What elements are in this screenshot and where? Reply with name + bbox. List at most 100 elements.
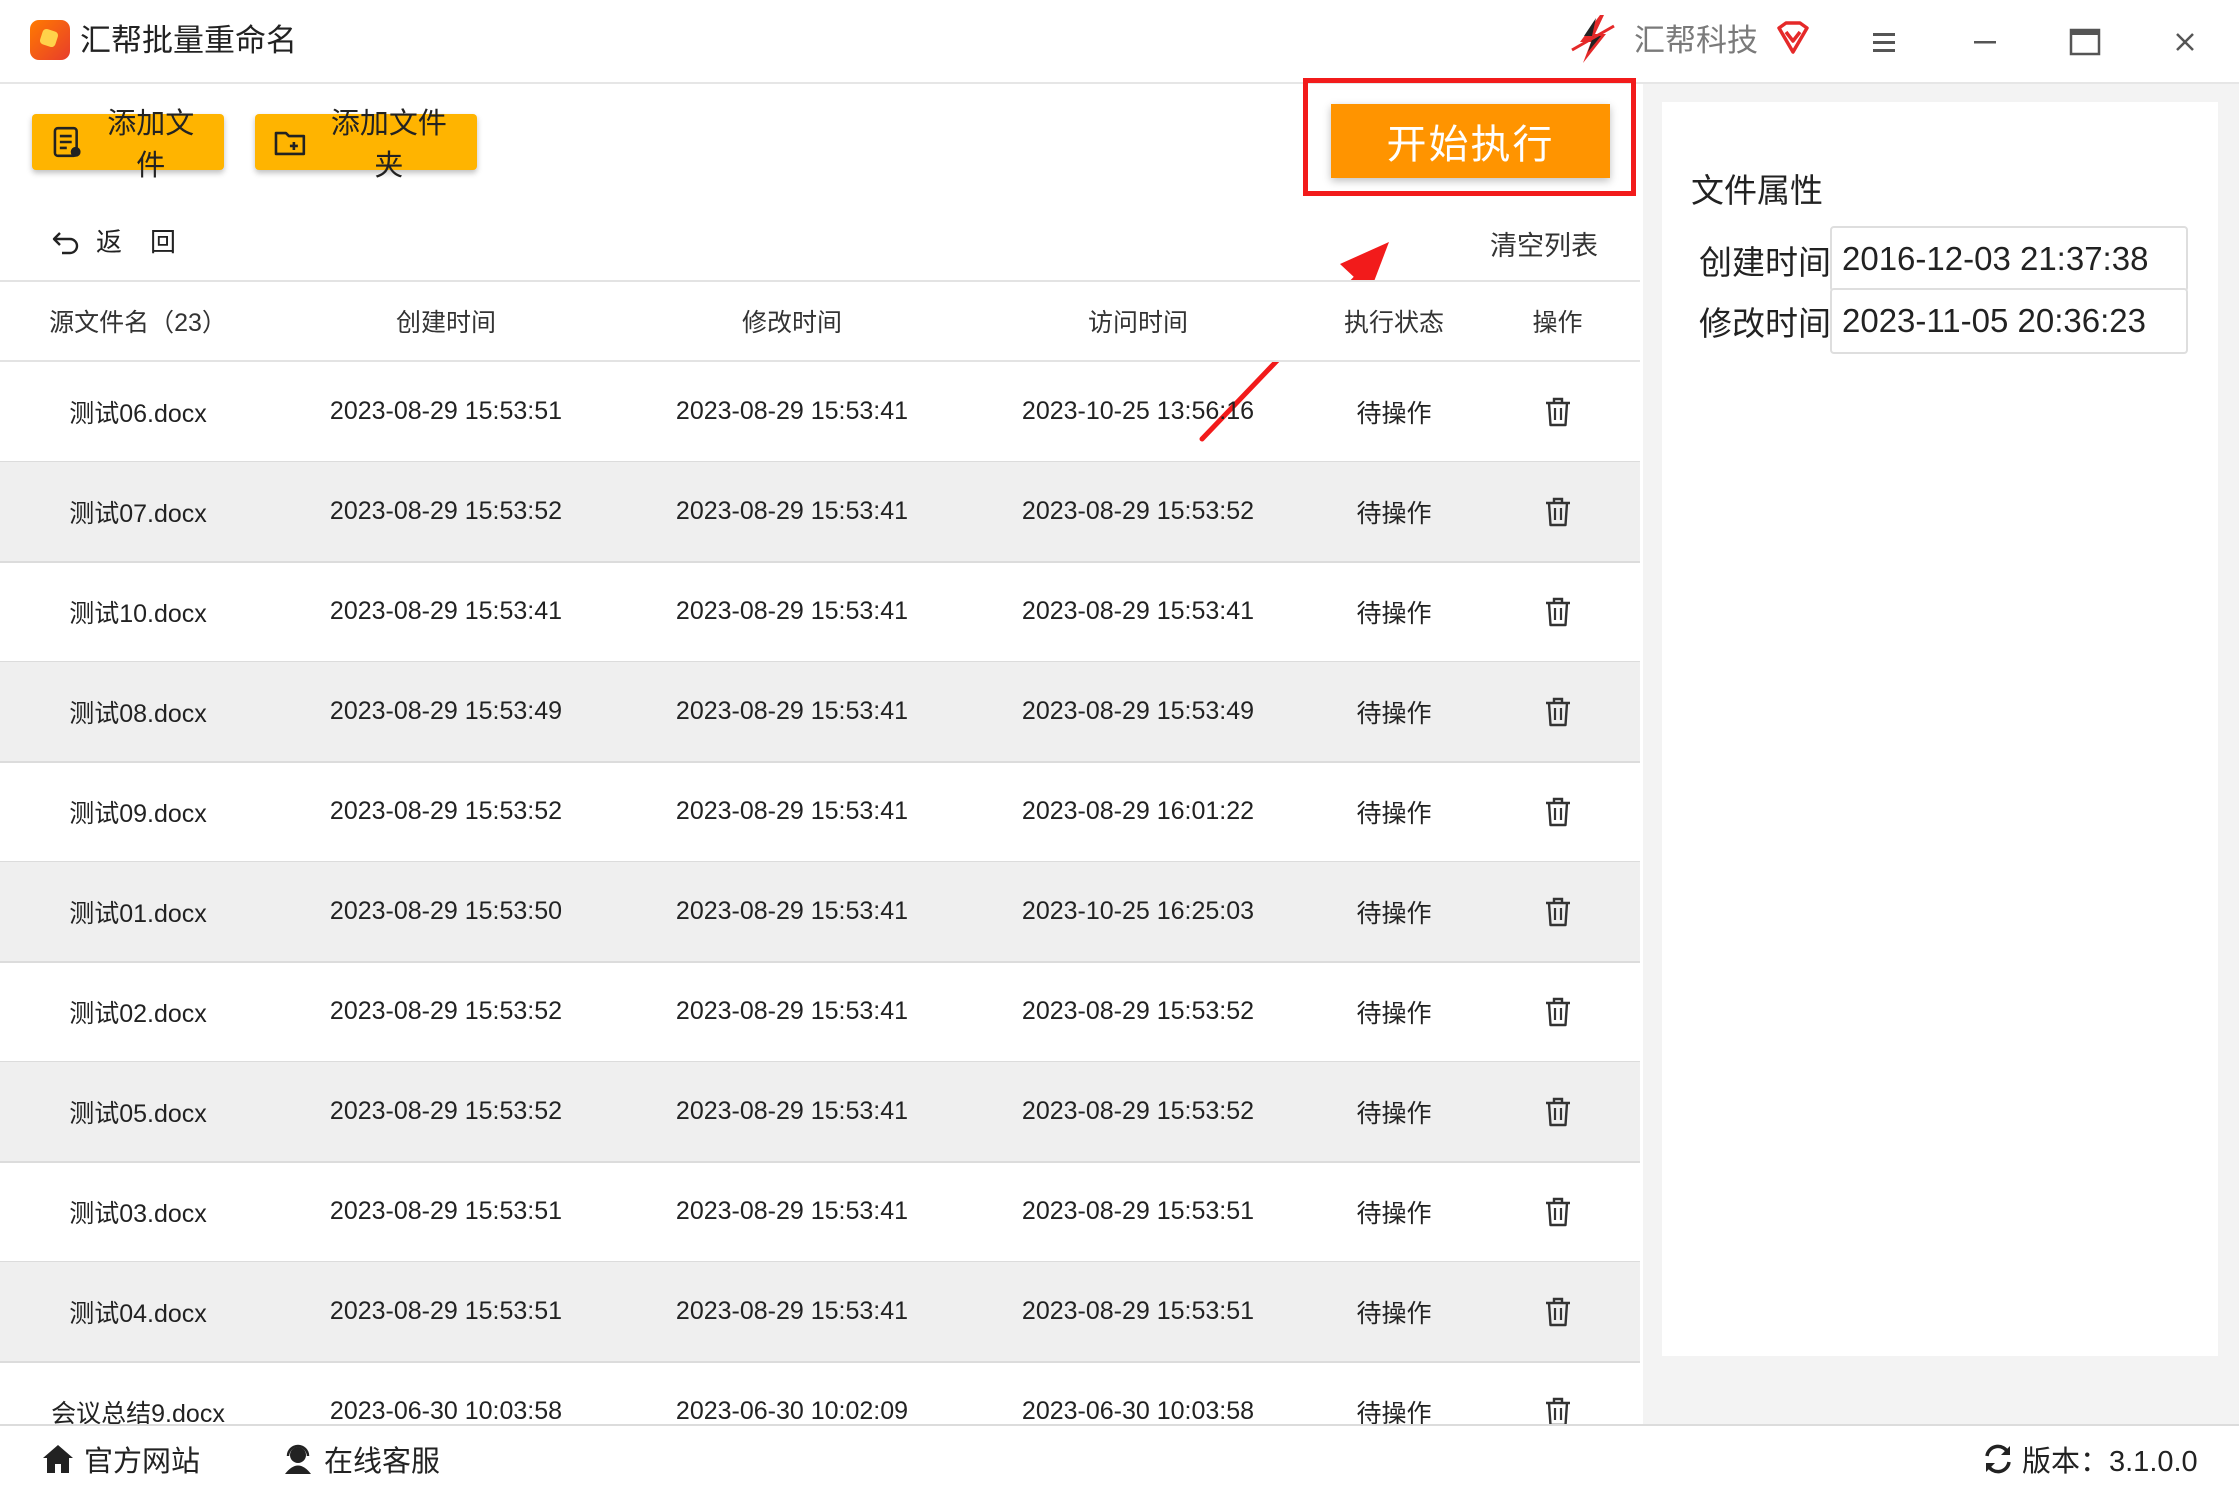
accessed-time-cell: 2023-10-25 13:56:16	[1021, 397, 1255, 425]
table-row[interactable]: 测试03.docx 2023-08-29 15:53:51 2023-08-29 1…	[0, 1162, 1640, 1263]
close-icon[interactable]	[2163, 20, 2207, 64]
created-time-field[interactable]	[1830, 226, 2188, 292]
accessed-time-cell: 2023-08-29 15:53:49	[1021, 697, 1255, 725]
accessed-time-cell: 2023-10-25 16:25:03	[1021, 897, 1255, 925]
modified-time-cell: 2023-08-29 15:53:41	[675, 1297, 909, 1325]
status-cell: 待操作	[1356, 1399, 1432, 1427]
modified-time-cell: 2023-06-30 10:02:09	[675, 1397, 909, 1425]
accessed-time-cell: 2023-08-29 15:53:52	[1021, 497, 1255, 525]
action-cell	[1480, 1262, 1635, 1361]
status-cell: 待操作	[1356, 1099, 1432, 1128]
brand-logo-icon	[1571, 15, 1615, 63]
created-time-label: 创建时间	[1699, 244, 1831, 281]
add-folder-button[interactable]: 添加文件夹	[255, 108, 477, 182]
status-cell: 待操作	[1356, 899, 1432, 928]
add-folder-label: 添加文件夹	[330, 108, 447, 182]
trash-icon[interactable]	[1543, 1096, 1573, 1128]
table-row[interactable]: 会议总结9.docx 2023-06-30 10:03:58 2023-06-30 …	[0, 1362, 1640, 1426]
footer-bar: 官方网站 在线客服 版本：3.1.0.0	[0, 1424, 2239, 1491]
action-cell	[1480, 662, 1635, 761]
vip-icon[interactable]	[1775, 20, 1811, 56]
trash-icon[interactable]	[1543, 596, 1573, 628]
action-cell	[1480, 462, 1635, 561]
website-label: 官方网站	[84, 1446, 201, 1478]
file-name-cell: 测试03.docx	[69, 1199, 207, 1228]
home-icon	[43, 1445, 73, 1473]
trash-icon[interactable]	[1543, 996, 1573, 1028]
status-cell: 待操作	[1356, 399, 1432, 428]
minimize-icon[interactable]	[1963, 20, 2007, 64]
action-cell	[1480, 1162, 1635, 1261]
table-row[interactable]: 测试01.docx 2023-08-29 15:53:50 2023-08-29 1…	[0, 862, 1640, 963]
created-time-cell: 2023-08-29 15:53:50	[329, 897, 563, 925]
action-cell	[1480, 862, 1635, 961]
modified-time-cell: 2023-08-29 15:53:41	[675, 597, 909, 625]
created-time-cell: 2023-08-29 15:53:49	[329, 697, 563, 725]
menu-icon[interactable]	[1862, 20, 1906, 64]
table-row[interactable]: 测试02.docx 2023-08-29 15:53:52 2023-08-29 1…	[0, 962, 1640, 1063]
header-created[interactable]: 创建时间	[276, 282, 616, 360]
created-time-cell: 2023-08-29 15:53:52	[329, 797, 563, 825]
created-time-cell: 2023-08-29 15:53:52	[329, 497, 563, 525]
table-row[interactable]: 测试04.docx 2023-08-29 15:53:51 2023-08-29 1…	[0, 1262, 1640, 1363]
header-status: 执行状态	[1343, 309, 1444, 337]
modified-time-cell: 2023-08-29 15:53:41	[675, 397, 909, 425]
back-arrow-icon	[52, 231, 79, 254]
app-logo-icon	[30, 20, 70, 60]
modified-time-field[interactable]	[1830, 288, 2188, 354]
modified-time-cell: 2023-08-29 15:53:41	[675, 897, 909, 925]
table-row[interactable]: 测试07.docx 2023-08-29 15:53:52 2023-08-29 1…	[0, 462, 1640, 563]
add-file-button[interactable]: 添加文件	[32, 108, 224, 182]
trash-icon[interactable]	[1543, 1196, 1573, 1228]
header-action: 操作	[1532, 309, 1583, 337]
status-cell: 待操作	[1356, 1199, 1432, 1228]
created-time-cell: 2023-08-29 15:53:51	[329, 397, 563, 425]
brand-name: 汇帮科技	[1634, 23, 1758, 58]
trash-icon[interactable]	[1543, 1396, 1573, 1427]
version-info: 版本：3.1.0.0	[1980, 1438, 2198, 1480]
created-time-cell: 2023-08-29 15:53:51	[329, 1197, 563, 1225]
trash-icon[interactable]	[1543, 496, 1573, 528]
created-time-cell: 2023-08-29 15:53:52	[329, 997, 563, 1025]
table-row[interactable]: 测试08.docx 2023-08-29 15:53:49 2023-08-29 1…	[0, 662, 1640, 763]
action-cell	[1480, 962, 1635, 1061]
table-row[interactable]: 测试05.docx 2023-08-29 15:53:52 2023-08-29 1…	[0, 1062, 1640, 1163]
maximize-icon[interactable]	[2063, 20, 2107, 64]
table-row[interactable]: 测试10.docx 2023-08-29 15:53:41 2023-08-29 1…	[0, 562, 1640, 663]
accessed-time-cell: 2023-08-29 16:01:22	[1021, 797, 1255, 825]
trash-icon[interactable]	[1543, 1296, 1573, 1328]
properties-panel: 文件属性 创建时间 修改时间	[1643, 84, 2239, 1424]
table-row[interactable]: 测试06.docx 2023-08-29 15:53:51 2023-08-29 1…	[0, 362, 1640, 463]
clear-list-button[interactable]: 清空列表	[1490, 224, 1598, 263]
file-name-cell: 测试06.docx	[69, 399, 207, 428]
file-name-cell: 测试04.docx	[69, 1299, 207, 1328]
header-accessed[interactable]: 访问时间	[968, 282, 1308, 360]
back-button[interactable]: 返回	[50, 222, 204, 259]
trash-icon[interactable]	[1543, 796, 1573, 828]
add-file-label: 添加文件	[107, 108, 195, 182]
header-modified[interactable]: 修改时间	[616, 282, 968, 360]
trash-icon[interactable]	[1543, 696, 1573, 728]
file-name-cell: 会议总结9.docx	[51, 1399, 225, 1427]
start-button[interactable]: 开始执行	[1331, 104, 1610, 178]
app-title: 汇帮批量重命名	[80, 23, 297, 58]
trash-icon[interactable]	[1543, 396, 1573, 428]
status-cell: 待操作	[1356, 999, 1432, 1028]
customer-service-icon	[285, 1444, 311, 1474]
version-label: 版本：3.1.0.0	[2022, 1446, 2198, 1478]
accessed-time-cell: 2023-08-29 15:53:41	[1021, 597, 1255, 625]
header-source-name[interactable]: 源文件名（23）	[0, 282, 276, 360]
properties-title: 文件属性	[1691, 172, 1823, 209]
status-cell: 待操作	[1356, 1299, 1432, 1328]
status-cell: 待操作	[1356, 699, 1432, 728]
modified-time-cell: 2023-08-29 15:53:41	[675, 497, 909, 525]
back-label: 返回	[96, 227, 205, 257]
online-service-link[interactable]: 在线客服	[280, 1438, 440, 1480]
official-website-link[interactable]: 官方网站	[40, 1438, 200, 1480]
table-row[interactable]: 测试09.docx 2023-08-29 15:53:52 2023-08-29 1…	[0, 762, 1640, 863]
status-cell: 待操作	[1356, 799, 1432, 828]
modified-time-cell: 2023-08-29 15:53:41	[675, 697, 909, 725]
trash-icon[interactable]	[1543, 896, 1573, 928]
accessed-time-cell: 2023-08-29 15:53:52	[1021, 1097, 1255, 1125]
refresh-icon[interactable]	[1980, 1441, 2016, 1477]
